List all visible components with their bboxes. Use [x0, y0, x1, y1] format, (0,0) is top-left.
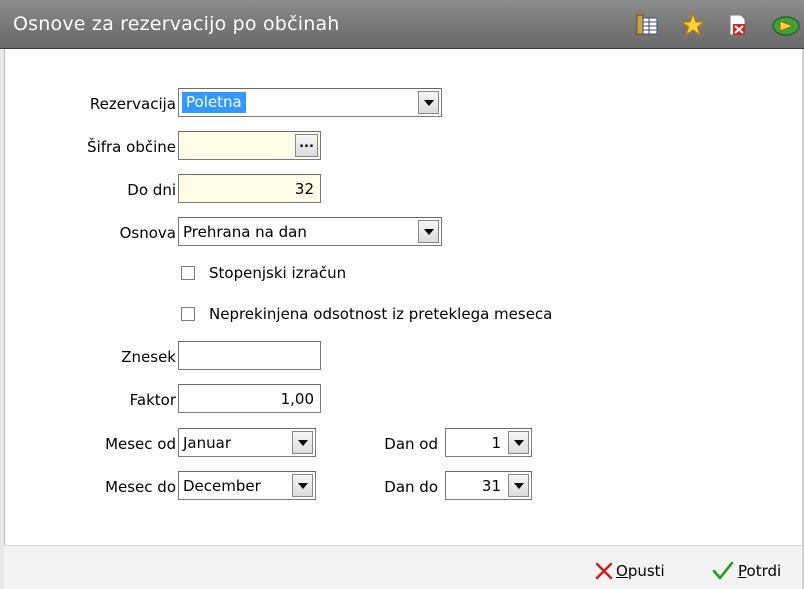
- title-bar: Osnove za rezervacijo po občinah: [0, 0, 804, 49]
- osnova-value: Prehrana na dan: [183, 223, 307, 241]
- rezervacija-dropdown[interactable]: Poletna: [178, 88, 442, 117]
- mesec-do-label: Mesec do: [105, 478, 176, 496]
- znesek-label: Znesek: [121, 348, 176, 366]
- faktor-label: Faktor: [129, 391, 176, 409]
- neprekinjena-label: Neprekinjena odsotnost iz preteklega mes…: [209, 305, 553, 323]
- chevron-down-icon[interactable]: [418, 220, 439, 243]
- pdf-close-icon[interactable]: [724, 12, 750, 38]
- rezervacija-label: Rezervacija: [89, 95, 176, 113]
- do-dni-label: Do dni: [127, 181, 176, 199]
- neprekinjena-checkbox[interactable]: [181, 307, 195, 321]
- chevron-down-icon[interactable]: [292, 474, 313, 497]
- browse-ellipsis-button[interactable]: ...: [295, 134, 318, 157]
- potrdi-label: Potrdi: [738, 562, 782, 580]
- mesec-od-label: Mesec od: [105, 435, 176, 453]
- mesec-do-value: December: [183, 477, 261, 495]
- opusti-button[interactable]: Opusti: [594, 560, 694, 582]
- check-icon: [712, 560, 734, 586]
- chevron-down-icon[interactable]: [292, 431, 313, 454]
- left-frame-edge: [0, 49, 5, 589]
- window-title: Osnove za rezervacijo po občinah: [13, 13, 340, 35]
- stopenjski-checkbox[interactable]: [181, 266, 195, 280]
- faktor-input[interactable]: 1,00: [178, 384, 321, 413]
- mesec-do-dropdown[interactable]: December: [178, 471, 316, 500]
- osnova-label: Osnova: [119, 224, 176, 242]
- table-settings-icon[interactable]: [634, 12, 660, 38]
- chevron-down-icon[interactable]: [508, 474, 529, 497]
- dialog-window: Osnove za rezervacijo po občinah Rezerva…: [0, 0, 804, 589]
- do-dni-value: 32: [294, 180, 314, 198]
- close-x-icon: [594, 560, 614, 586]
- potrdi-button[interactable]: Potrdi: [712, 560, 802, 582]
- chevron-down-icon[interactable]: [418, 91, 439, 114]
- sifra-obcine-input[interactable]: ...: [178, 131, 321, 160]
- sifra-obcine-label: Šifra občine: [87, 138, 176, 156]
- mesec-od-value: Januar: [183, 434, 231, 452]
- osnova-dropdown[interactable]: Prehrana na dan: [178, 217, 442, 246]
- dan-do-label: Dan do: [384, 478, 438, 496]
- znesek-input[interactable]: [178, 341, 321, 370]
- dan-od-dropdown[interactable]: 1: [445, 428, 532, 457]
- rezervacija-value: Poletna: [182, 92, 246, 113]
- mesec-od-dropdown[interactable]: Januar: [178, 428, 316, 457]
- faktor-value: 1,00: [280, 390, 314, 408]
- opusti-label: Opusti: [616, 562, 665, 580]
- dan-do-dropdown[interactable]: 31: [445, 471, 532, 500]
- chevron-down-icon[interactable]: [508, 431, 529, 454]
- dan-od-value: 1: [491, 434, 501, 452]
- dan-od-label: Dan od: [384, 435, 438, 453]
- dan-do-value: 31: [481, 477, 501, 495]
- do-dni-input[interactable]: 32: [178, 174, 321, 203]
- stopenjski-label: Stopenjski izračun: [209, 264, 347, 282]
- star-icon[interactable]: [680, 12, 706, 38]
- green-arrow-icon[interactable]: [768, 12, 804, 38]
